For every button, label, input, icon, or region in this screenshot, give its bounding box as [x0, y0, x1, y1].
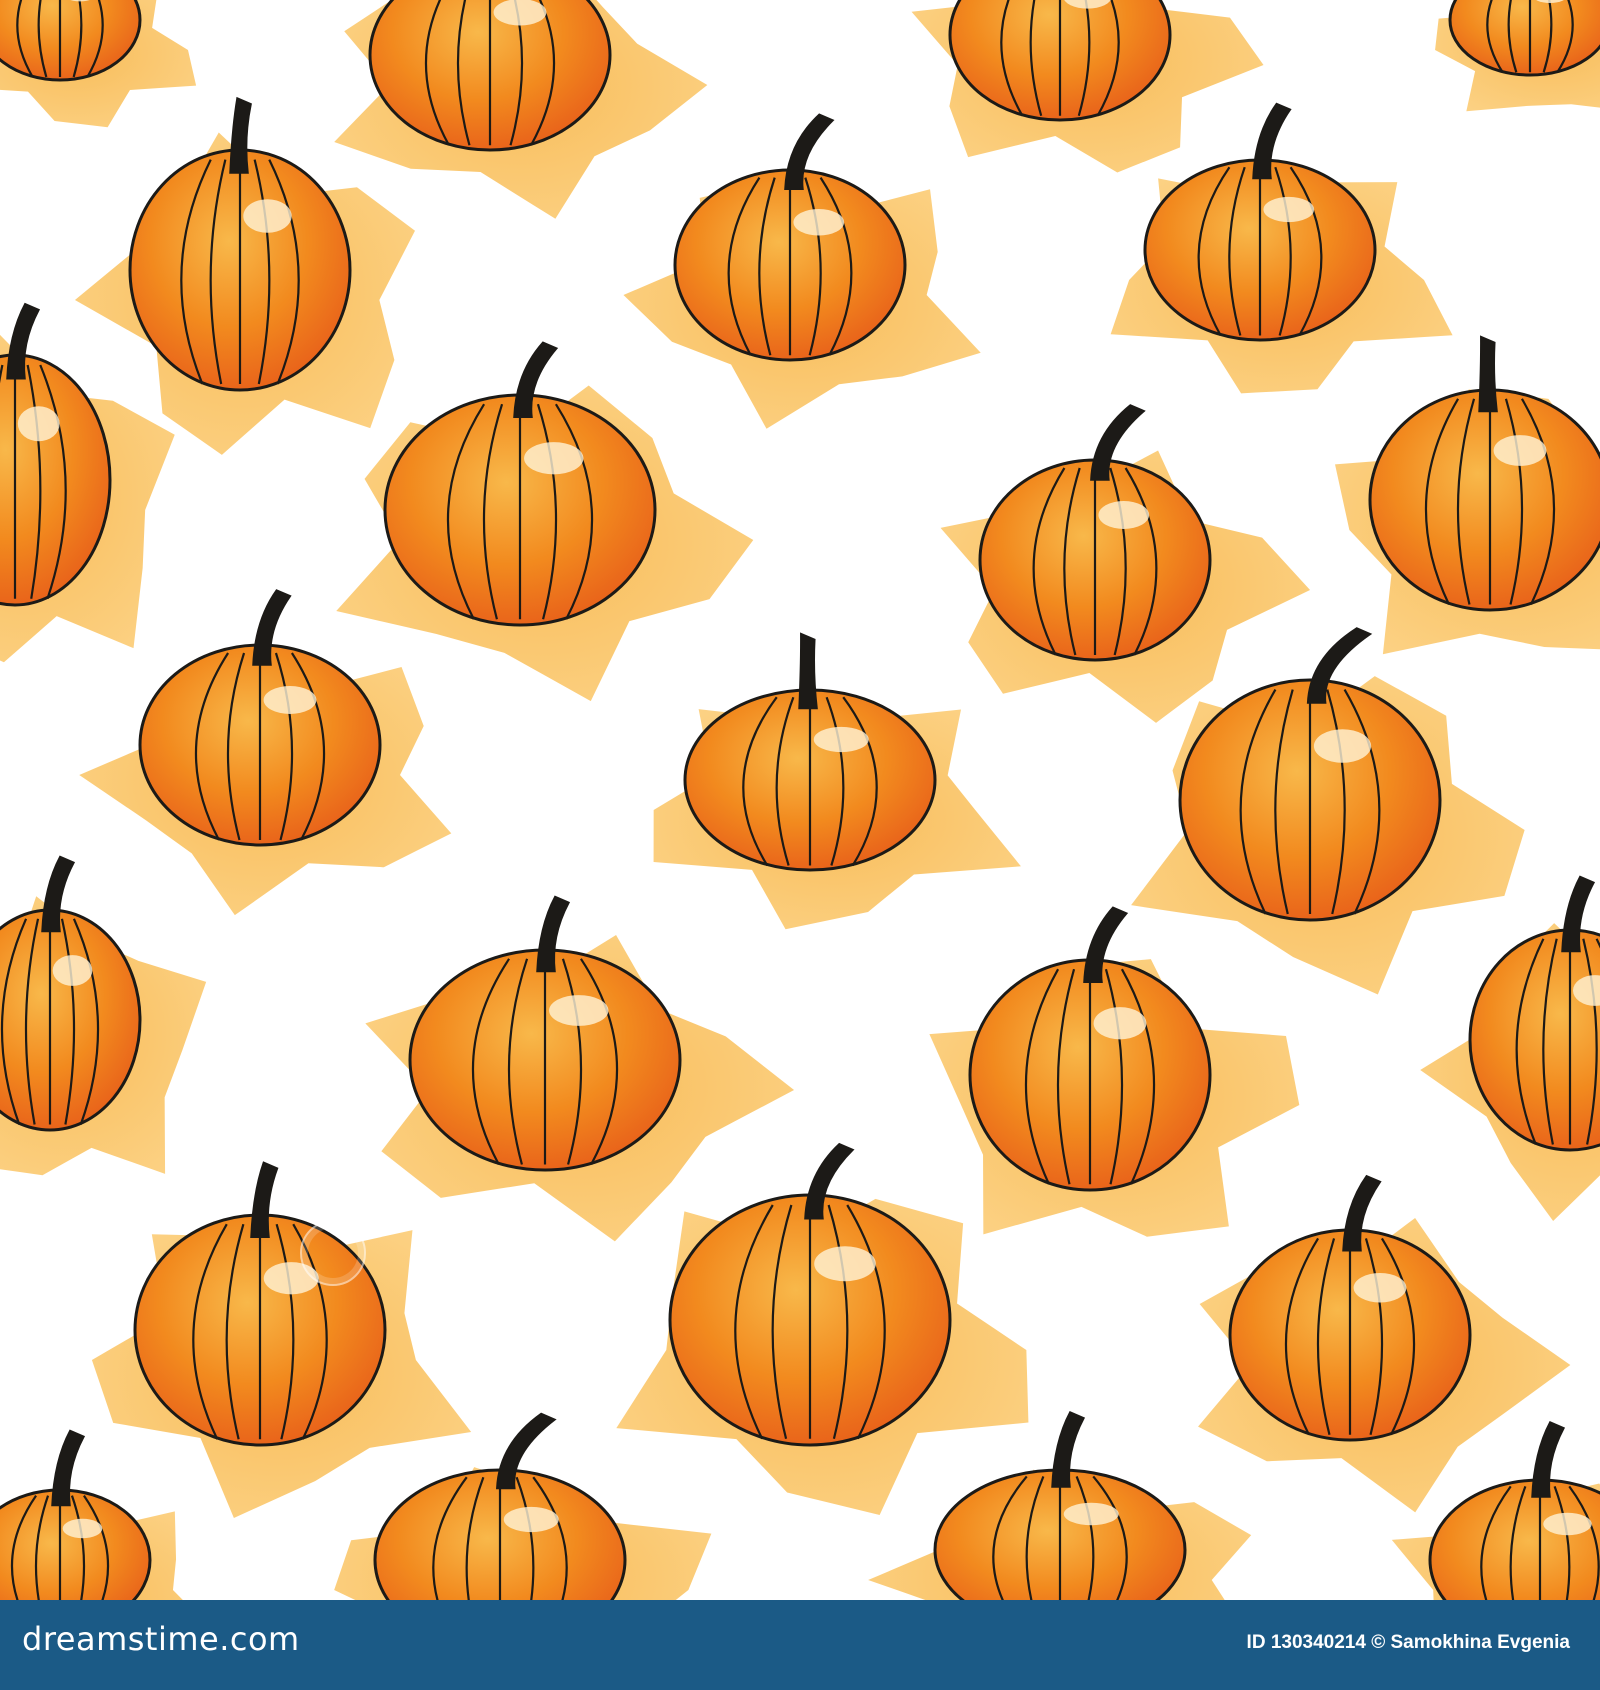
brand-logo-text: dreamstime.com [22, 1620, 300, 1658]
pumpkin-pattern-artwork [0, 0, 1600, 1600]
pumpkin [138, 589, 382, 847]
pumpkin [0, 855, 142, 1132]
pumpkin [128, 96, 352, 392]
pumpkin [408, 895, 682, 1172]
pumpkin [133, 1161, 387, 1447]
pumpkin [683, 632, 937, 872]
pumpkin [968, 906, 1212, 1192]
pumpkin-illustration [0, 0, 1600, 1600]
watermark-footer-bar: dreamstime.com ID 130340214 © Samokhina … [0, 1600, 1600, 1690]
pumpkin [933, 1411, 1187, 1600]
pumpkin [668, 1142, 952, 1447]
pumpkin [373, 1412, 627, 1600]
pumpkin [1368, 335, 1600, 612]
pumpkin [0, 1429, 152, 1600]
pumpkin [1228, 1174, 1472, 1442]
image-credit: ID 130340214 © Samokhina Evgenia [1246, 1632, 1570, 1653]
pumpkin [1178, 627, 1442, 922]
pumpkin [978, 404, 1212, 662]
pumpkin [383, 341, 657, 627]
pumpkin [673, 113, 907, 362]
